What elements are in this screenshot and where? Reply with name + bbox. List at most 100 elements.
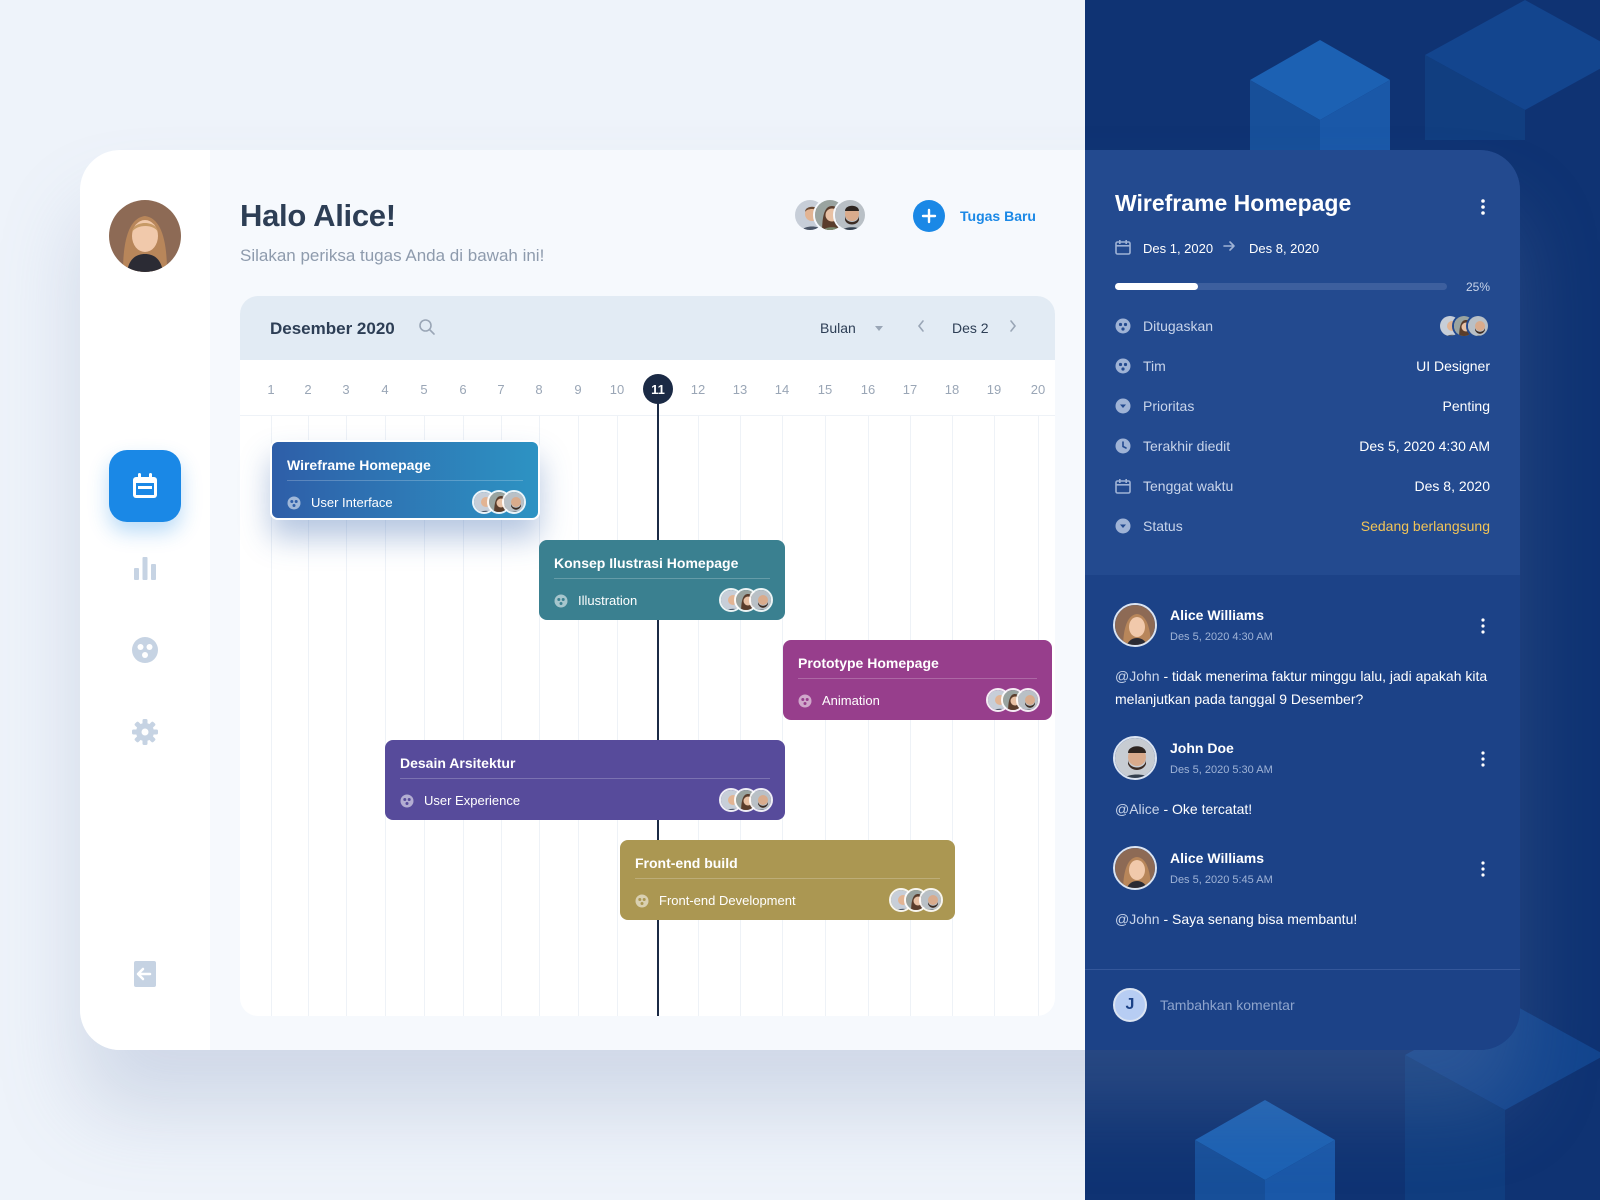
team-avatars[interactable]: [793, 198, 883, 234]
task-bar[interactable]: Prototype Homepage Animation: [783, 640, 1052, 720]
more-vertical-icon[interactable]: [1480, 860, 1486, 878]
comment-author: Alice Williams: [1170, 850, 1265, 866]
day-label[interactable]: 8: [535, 382, 542, 397]
day-label[interactable]: 19: [987, 382, 1001, 397]
user-avatar[interactable]: [109, 200, 181, 272]
day-label[interactable]: 18: [945, 382, 959, 397]
team-icon: [400, 794, 414, 808]
decor-cube-icon: [1195, 1100, 1335, 1200]
avatar: [749, 588, 773, 612]
task-assignees[interactable]: [889, 888, 943, 912]
divider: [400, 778, 770, 779]
avatar: [1016, 688, 1040, 712]
logout-button[interactable]: [109, 938, 181, 1010]
mention-link[interactable]: @John: [1115, 668, 1160, 684]
comment-author: Alice Williams: [1170, 607, 1265, 623]
day-label[interactable]: 15: [818, 382, 832, 397]
team-icon: [554, 594, 568, 608]
task-title: Prototype Homepage: [798, 655, 939, 671]
avatar: [1466, 314, 1490, 338]
logout-icon: [134, 961, 156, 987]
day-label[interactable]: 3: [342, 382, 349, 397]
day-label[interactable]: 13: [733, 382, 747, 397]
comment-text: @John - tidak menerima faktur minggu lal…: [1115, 665, 1490, 711]
comment-time: Des 5, 2020 5:30 AM: [1170, 764, 1273, 776]
bar-chart-icon: [134, 557, 156, 580]
task-bar[interactable]: Wireframe Homepage User Interface: [270, 440, 540, 520]
prop-value: UI Designer: [1416, 358, 1490, 374]
mention-link[interactable]: @John: [1115, 911, 1160, 927]
prop-deadline: Tenggat waktu Des 8, 2020: [1115, 474, 1490, 498]
team-icon: [287, 496, 301, 510]
task-bar[interactable]: Konsep Ilustrasi Homepage Illustration: [539, 540, 785, 620]
progress-fill: [1115, 283, 1198, 290]
decor-cube-icon: [1425, 0, 1600, 140]
task-assignees[interactable]: [719, 788, 773, 812]
team-icon: [798, 694, 812, 708]
gear-icon: [132, 719, 158, 745]
grid-line: [782, 416, 783, 1016]
plus-icon: [921, 208, 937, 224]
prev-button[interactable]: [916, 318, 926, 339]
prop-value: Penting: [1442, 398, 1490, 414]
assignee-avatars[interactable]: [1438, 314, 1490, 338]
more-vertical-icon[interactable]: [1480, 617, 1486, 635]
day-label[interactable]: 4: [381, 382, 388, 397]
search-icon[interactable]: [418, 318, 436, 336]
view-select[interactable]: Bulan: [820, 320, 856, 336]
day-label[interactable]: 7: [497, 382, 504, 397]
day-label[interactable]: 10: [610, 382, 624, 397]
nav-team-button[interactable]: [109, 614, 181, 686]
task-title: Konsep Ilustrasi Homepage: [554, 555, 739, 571]
nav-calendar-button[interactable]: [109, 450, 181, 522]
task-bar[interactable]: Front-end build Front-end Development: [620, 840, 955, 920]
avatar: [1113, 736, 1157, 780]
comment-text: @John - Saya senang bisa membantu!: [1115, 908, 1490, 931]
divider: [554, 578, 770, 579]
add-task-button[interactable]: [913, 200, 945, 232]
next-button[interactable]: [1008, 318, 1018, 339]
avatar: [1113, 603, 1157, 647]
comment-text: @Alice - Oke tercatat!: [1115, 798, 1490, 821]
avatar: [919, 888, 943, 912]
day-label[interactable]: 2: [304, 382, 311, 397]
clock-icon: [1115, 438, 1131, 454]
caret-down-icon[interactable]: [874, 323, 884, 333]
divider: [635, 878, 940, 879]
date-range: Des 2: [952, 320, 989, 336]
day-label[interactable]: 12: [691, 382, 705, 397]
prop-label: Tenggat waktu: [1143, 478, 1234, 494]
day-label[interactable]: 9: [574, 382, 581, 397]
mention-link[interactable]: @Alice: [1115, 801, 1160, 817]
nav-settings-button[interactable]: [109, 696, 181, 768]
task-assignees[interactable]: [472, 490, 526, 514]
today-marker: [657, 396, 659, 1016]
task-category: Illustration: [578, 593, 638, 608]
divider: [798, 678, 1037, 679]
nav-stats-button[interactable]: [109, 532, 181, 604]
assign-icon: [1115, 318, 1131, 334]
task-category: Animation: [822, 693, 880, 708]
day-label[interactable]: 5: [420, 382, 427, 397]
prop-label: Status: [1143, 518, 1183, 534]
day-label[interactable]: 17: [903, 382, 917, 397]
day-label[interactable]: 14: [775, 382, 789, 397]
prop-status: Status Sedang berlangsung: [1115, 514, 1490, 538]
add-task-label[interactable]: Tugas Baru: [960, 208, 1036, 224]
more-vertical-icon[interactable]: [1480, 198, 1486, 216]
grid-line: [698, 416, 699, 1016]
more-vertical-icon[interactable]: [1480, 750, 1486, 768]
task-bar[interactable]: Desain Arsitektur User Experience: [385, 740, 785, 820]
comment-body: - tidak menerima faktur minggu lalu, jad…: [1115, 668, 1488, 707]
day-label[interactable]: 20: [1031, 382, 1045, 397]
comment-input[interactable]: [1160, 992, 1490, 1018]
progress-bar: [1115, 283, 1447, 290]
day-label[interactable]: 16: [861, 382, 875, 397]
prop-label: Ditugaskan: [1143, 318, 1214, 334]
detail-title: Wireframe Homepage: [1115, 190, 1352, 216]
avatar: [1113, 846, 1157, 890]
task-assignees[interactable]: [719, 588, 773, 612]
task-assignees[interactable]: [986, 688, 1040, 712]
day-label[interactable]: 6: [459, 382, 466, 397]
day-label[interactable]: 1: [267, 382, 274, 397]
